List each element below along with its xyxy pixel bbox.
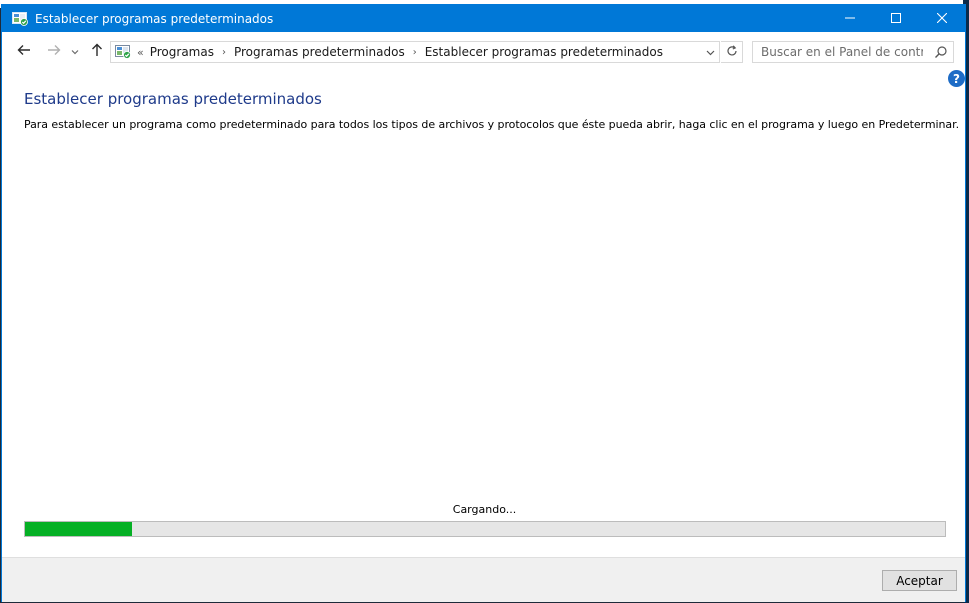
ok-button[interactable]: Aceptar xyxy=(882,570,957,591)
search-box[interactable] xyxy=(752,41,954,63)
page-title: Establecer programas predeterminados xyxy=(24,90,322,108)
back-arrow-icon xyxy=(17,44,31,59)
search-input[interactable] xyxy=(753,45,923,59)
search-icon[interactable] xyxy=(934,45,948,59)
window-title: Establecer programas predeterminados xyxy=(35,11,274,26)
loading-label: Cargando... xyxy=(452,503,517,516)
maximize-icon xyxy=(891,12,901,26)
address-history-button[interactable] xyxy=(701,42,719,62)
footer-bar: Aceptar xyxy=(2,557,965,602)
control-panel-window: Establecer programas predeterminados « P… xyxy=(1,4,966,602)
up-arrow-icon xyxy=(91,43,103,60)
window-controls xyxy=(827,5,965,32)
minimize-icon xyxy=(845,12,855,26)
chevron-down-icon xyxy=(706,45,715,59)
title-bar[interactable]: Establecer programas predeterminados xyxy=(2,5,965,32)
forward-arrow-icon xyxy=(47,44,61,59)
chevron-down-icon xyxy=(71,44,79,58)
progress-bar xyxy=(24,521,946,537)
breadcrumb: « Programas › Programas predeterminados … xyxy=(137,45,663,59)
close-button[interactable] xyxy=(919,5,965,32)
help-icon[interactable]: ? xyxy=(948,70,965,87)
breadcrumb-item-establecer-programas[interactable]: Establecer programas predeterminados xyxy=(425,45,663,59)
address-bar[interactable]: « Programas › Programas predeterminados … xyxy=(110,41,720,63)
minimize-button[interactable] xyxy=(827,5,873,32)
maximize-button[interactable] xyxy=(873,5,919,32)
page-description: Para establecer un programa como predete… xyxy=(24,118,960,131)
up-button[interactable] xyxy=(88,42,106,60)
close-icon xyxy=(936,12,948,26)
refresh-button[interactable] xyxy=(721,41,743,63)
breadcrumb-item-programas-predeterminados[interactable]: Programas predeterminados xyxy=(234,45,405,59)
forward-button[interactable] xyxy=(45,42,63,60)
breadcrumb-overflow[interactable]: « xyxy=(137,46,144,59)
progress-bar-fill xyxy=(25,522,132,536)
breadcrumb-item-programas[interactable]: Programas xyxy=(150,45,214,59)
control-panel-icon xyxy=(12,11,28,26)
back-button[interactable] xyxy=(15,42,33,60)
breadcrumb-separator[interactable]: › xyxy=(413,47,417,58)
control-panel-icon xyxy=(115,45,131,59)
refresh-icon xyxy=(726,44,738,60)
navigation-bar: « Programas › Programas predeterminados … xyxy=(2,32,965,70)
recent-locations-button[interactable] xyxy=(68,42,82,60)
breadcrumb-separator[interactable]: › xyxy=(222,47,226,58)
